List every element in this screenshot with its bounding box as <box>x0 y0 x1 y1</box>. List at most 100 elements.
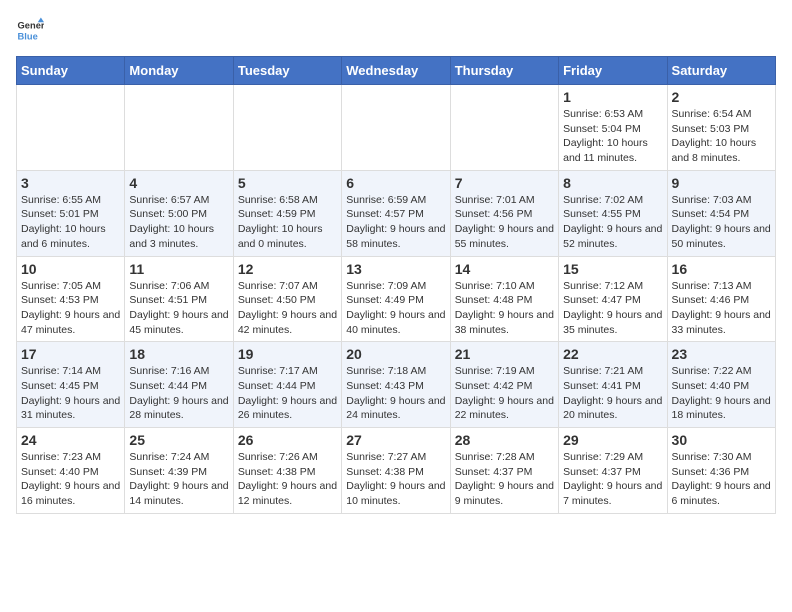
day-number: 8 <box>563 175 662 191</box>
weekday-header-saturday: Saturday <box>667 57 775 85</box>
calendar-cell: 1 Sunrise: 6:53 AM Sunset: 5:04 PM Daylig… <box>559 85 667 171</box>
day-info: Sunrise: 7:09 AM Sunset: 4:49 PM Dayligh… <box>346 279 445 338</box>
calendar-cell: 7 Sunrise: 7:01 AM Sunset: 4:56 PM Daylig… <box>450 170 558 256</box>
day-number: 4 <box>129 175 228 191</box>
calendar-cell: 15 Sunrise: 7:12 AM Sunset: 4:47 PM Dayli… <box>559 256 667 342</box>
calendar-cell <box>125 85 233 171</box>
day-info: Sunrise: 7:10 AM Sunset: 4:48 PM Dayligh… <box>455 279 554 338</box>
calendar-cell: 25Sunrise: 7:24 AM Sunset: 4:39 PM Dayli… <box>125 428 233 514</box>
day-info: Sunrise: 7:27 AM Sunset: 4:38 PM Dayligh… <box>346 450 445 509</box>
calendar-cell: 16 Sunrise: 7:13 AM Sunset: 4:46 PM Dayli… <box>667 256 775 342</box>
day-info: Sunrise: 7:29 AM Sunset: 4:37 PM Dayligh… <box>563 450 662 509</box>
day-number: 15 <box>563 261 662 277</box>
calendar-cell: 4 Sunrise: 6:57 AM Sunset: 5:00 PM Daylig… <box>125 170 233 256</box>
weekday-header-friday: Friday <box>559 57 667 85</box>
calendar-cell: 6 Sunrise: 6:59 AM Sunset: 4:57 PM Daylig… <box>342 170 450 256</box>
day-number: 16 <box>672 261 771 277</box>
day-number: 14 <box>455 261 554 277</box>
day-info: Sunrise: 7:06 AM Sunset: 4:51 PM Dayligh… <box>129 279 228 338</box>
day-info: Sunrise: 6:54 AM Sunset: 5:03 PM Dayligh… <box>672 107 771 166</box>
calendar-cell: 13 Sunrise: 7:09 AM Sunset: 4:49 PM Dayli… <box>342 256 450 342</box>
page-header: General Blue <box>16 16 776 44</box>
day-info: Sunrise: 7:01 AM Sunset: 4:56 PM Dayligh… <box>455 193 554 252</box>
day-number: 12 <box>238 261 337 277</box>
day-info: Sunrise: 7:02 AM Sunset: 4:55 PM Dayligh… <box>563 193 662 252</box>
day-info: Sunrise: 7:28 AM Sunset: 4:37 PM Dayligh… <box>455 450 554 509</box>
calendar-cell: 23 Sunrise: 7:22 AM Sunset: 4:40 PM Dayli… <box>667 342 775 428</box>
day-number: 2 <box>672 89 771 105</box>
day-number: 22 <box>563 346 662 362</box>
calendar-cell <box>342 85 450 171</box>
calendar-cell: 3Sunrise: 6:55 AM Sunset: 5:01 PM Daylig… <box>17 170 125 256</box>
day-info: Sunrise: 7:16 AM Sunset: 4:44 PM Dayligh… <box>129 364 228 423</box>
day-info: Sunrise: 7:14 AM Sunset: 4:45 PM Dayligh… <box>21 364 120 423</box>
day-number: 23 <box>672 346 771 362</box>
day-number: 27 <box>346 432 445 448</box>
day-info: Sunrise: 7:13 AM Sunset: 4:46 PM Dayligh… <box>672 279 771 338</box>
day-info: Sunrise: 7:12 AM Sunset: 4:47 PM Dayligh… <box>563 279 662 338</box>
calendar-cell: 20 Sunrise: 7:18 AM Sunset: 4:43 PM Dayli… <box>342 342 450 428</box>
calendar-cell: 29 Sunrise: 7:29 AM Sunset: 4:37 PM Dayli… <box>559 428 667 514</box>
calendar-cell: 9 Sunrise: 7:03 AM Sunset: 4:54 PM Daylig… <box>667 170 775 256</box>
calendar-cell: 21Sunrise: 7:19 AM Sunset: 4:42 PM Dayli… <box>450 342 558 428</box>
calendar-cell: 28 Sunrise: 7:28 AM Sunset: 4:37 PM Dayli… <box>450 428 558 514</box>
calendar-cell: 22 Sunrise: 7:21 AM Sunset: 4:41 PM Dayli… <box>559 342 667 428</box>
day-number: 10 <box>21 261 120 277</box>
day-number: 26 <box>238 432 337 448</box>
day-number: 3 <box>21 175 120 191</box>
day-number: 1 <box>563 89 662 105</box>
weekday-header-monday: Monday <box>125 57 233 85</box>
calendar-cell: 18 Sunrise: 7:16 AM Sunset: 4:44 PM Dayli… <box>125 342 233 428</box>
calendar-cell: 30 Sunrise: 7:30 AM Sunset: 4:36 PM Dayli… <box>667 428 775 514</box>
calendar-cell: 5 Sunrise: 6:58 AM Sunset: 4:59 PM Daylig… <box>233 170 341 256</box>
calendar-cell <box>17 85 125 171</box>
day-number: 7 <box>455 175 554 191</box>
day-number: 20 <box>346 346 445 362</box>
day-number: 30 <box>672 432 771 448</box>
day-number: 5 <box>238 175 337 191</box>
calendar-cell: 24 Sunrise: 7:23 AM Sunset: 4:40 PM Dayli… <box>17 428 125 514</box>
calendar-cell: 27 Sunrise: 7:27 AM Sunset: 4:38 PM Dayli… <box>342 428 450 514</box>
calendar-cell: 26 Sunrise: 7:26 AM Sunset: 4:38 PM Dayli… <box>233 428 341 514</box>
weekday-header-sunday: Sunday <box>17 57 125 85</box>
logo-icon: General Blue <box>16 16 44 44</box>
day-info: Sunrise: 6:57 AM Sunset: 5:00 PM Dayligh… <box>129 193 228 252</box>
day-number: 6 <box>346 175 445 191</box>
day-info: Sunrise: 7:18 AM Sunset: 4:43 PM Dayligh… <box>346 364 445 423</box>
day-info: Sunrise: 7:22 AM Sunset: 4:40 PM Dayligh… <box>672 364 771 423</box>
weekday-header-tuesday: Tuesday <box>233 57 341 85</box>
day-info: Sunrise: 7:17 AM Sunset: 4:44 PM Dayligh… <box>238 364 337 423</box>
day-info: Sunrise: 7:23 AM Sunset: 4:40 PM Dayligh… <box>21 450 120 509</box>
day-info: Sunrise: 6:58 AM Sunset: 4:59 PM Dayligh… <box>238 193 337 252</box>
svg-text:Blue: Blue <box>18 31 38 41</box>
day-number: 13 <box>346 261 445 277</box>
day-info: Sunrise: 6:59 AM Sunset: 4:57 PM Dayligh… <box>346 193 445 252</box>
calendar-cell: 10 Sunrise: 7:05 AM Sunset: 4:53 PM Dayli… <box>17 256 125 342</box>
day-info: Sunrise: 7:07 AM Sunset: 4:50 PM Dayligh… <box>238 279 337 338</box>
day-info: Sunrise: 7:26 AM Sunset: 4:38 PM Dayligh… <box>238 450 337 509</box>
day-info: Sunrise: 7:03 AM Sunset: 4:54 PM Dayligh… <box>672 193 771 252</box>
day-info: Sunrise: 7:19 AM Sunset: 4:42 PM Dayligh… <box>455 364 554 423</box>
calendar-cell: 14 Sunrise: 7:10 AM Sunset: 4:48 PM Dayli… <box>450 256 558 342</box>
day-info: Sunrise: 7:05 AM Sunset: 4:53 PM Dayligh… <box>21 279 120 338</box>
calendar-cell: 11Sunrise: 7:06 AM Sunset: 4:51 PM Dayli… <box>125 256 233 342</box>
calendar-cell: 19 Sunrise: 7:17 AM Sunset: 4:44 PM Dayli… <box>233 342 341 428</box>
day-info: Sunrise: 7:21 AM Sunset: 4:41 PM Dayligh… <box>563 364 662 423</box>
day-info: Sunrise: 7:24 AM Sunset: 4:39 PM Dayligh… <box>129 450 228 509</box>
day-number: 17 <box>21 346 120 362</box>
day-number: 9 <box>672 175 771 191</box>
day-number: 28 <box>455 432 554 448</box>
calendar-table: SundayMondayTuesdayWednesdayThursdayFrid… <box>16 56 776 514</box>
day-info: Sunrise: 6:53 AM Sunset: 5:04 PM Dayligh… <box>563 107 662 166</box>
calendar-cell <box>233 85 341 171</box>
day-number: 18 <box>129 346 228 362</box>
day-number: 19 <box>238 346 337 362</box>
day-number: 29 <box>563 432 662 448</box>
weekday-header-wednesday: Wednesday <box>342 57 450 85</box>
calendar-cell: 12 Sunrise: 7:07 AM Sunset: 4:50 PM Dayli… <box>233 256 341 342</box>
day-number: 24 <box>21 432 120 448</box>
day-info: Sunrise: 7:30 AM Sunset: 4:36 PM Dayligh… <box>672 450 771 509</box>
calendar-cell <box>450 85 558 171</box>
logo: General Blue <box>16 16 48 44</box>
calendar-cell: 17 Sunrise: 7:14 AM Sunset: 4:45 PM Dayli… <box>17 342 125 428</box>
